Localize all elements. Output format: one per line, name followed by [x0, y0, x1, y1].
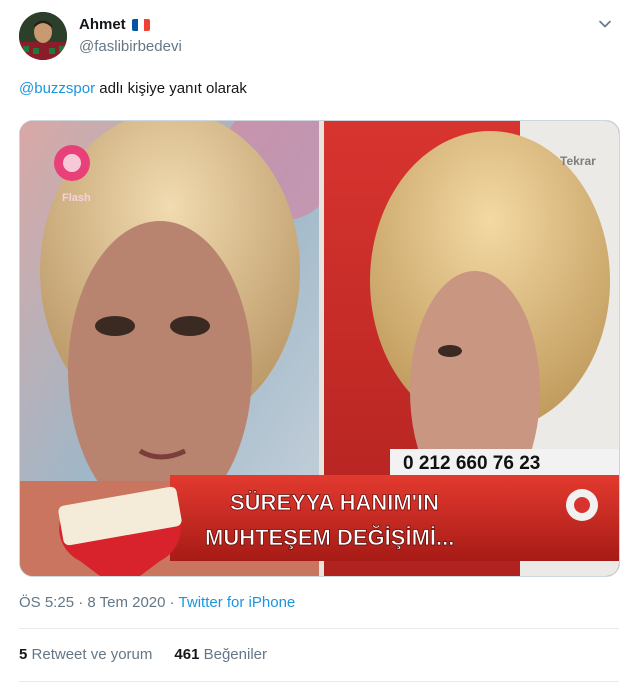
tweet-header: Ahmet @faslibirbedevi: [19, 12, 619, 64]
tweet-meta: ÖS 5:25 · 8 Tem 2020 · Twitter for iPhon…: [19, 594, 295, 611]
headline-line2: MUHTEŞEM DEĞİŞİMİ...: [205, 525, 454, 550]
avatar[interactable]: [19, 12, 67, 60]
retweets-label: Retweet ve yorum: [31, 646, 153, 663]
channel-logo-text: Flash: [62, 192, 91, 204]
display-name[interactable]: Ahmet: [79, 16, 126, 33]
retweets-stat[interactable]: 5 Retweet ve yorum: [19, 646, 152, 663]
likes-count: 461: [174, 646, 200, 663]
avatar-image: [19, 12, 67, 60]
divider: [19, 628, 619, 629]
chevron-down-icon[interactable]: [597, 16, 613, 32]
retweets-count: 5: [19, 646, 28, 663]
tweet-timestamp[interactable]: ÖS 5:25 · 8 Tem 2020 ·: [19, 594, 179, 611]
tweet-stats: 5 Retweet ve yorum 461 Beğeniler: [19, 646, 267, 663]
user-handle[interactable]: @faslibirbedevi: [79, 38, 182, 55]
reply-mention-link[interactable]: @buzzspor: [19, 80, 95, 97]
likes-label: Beğeniler: [203, 646, 267, 663]
tweet-source-link[interactable]: Twitter for iPhone: [179, 594, 296, 611]
replay-badge: Tekrar: [560, 154, 596, 168]
phone-number: 0 212 660 76 23: [403, 453, 540, 474]
reply-context: @buzzspor adlı kişiye yanıt olarak: [19, 80, 247, 97]
headline-line1: SÜREYYA HANIM'IN: [230, 490, 439, 515]
likes-stat[interactable]: 461 Beğeniler: [174, 646, 267, 663]
media-image: Flash Tekrar 0 212 660 76 23 SÜREYYA HAN…: [20, 121, 619, 576]
french-flag-icon: [131, 18, 150, 31]
reply-context-text: adlı kişiye yanıt olarak: [95, 80, 247, 97]
tweet-media[interactable]: Flash Tekrar 0 212 660 76 23 SÜREYYA HAN…: [19, 120, 620, 577]
